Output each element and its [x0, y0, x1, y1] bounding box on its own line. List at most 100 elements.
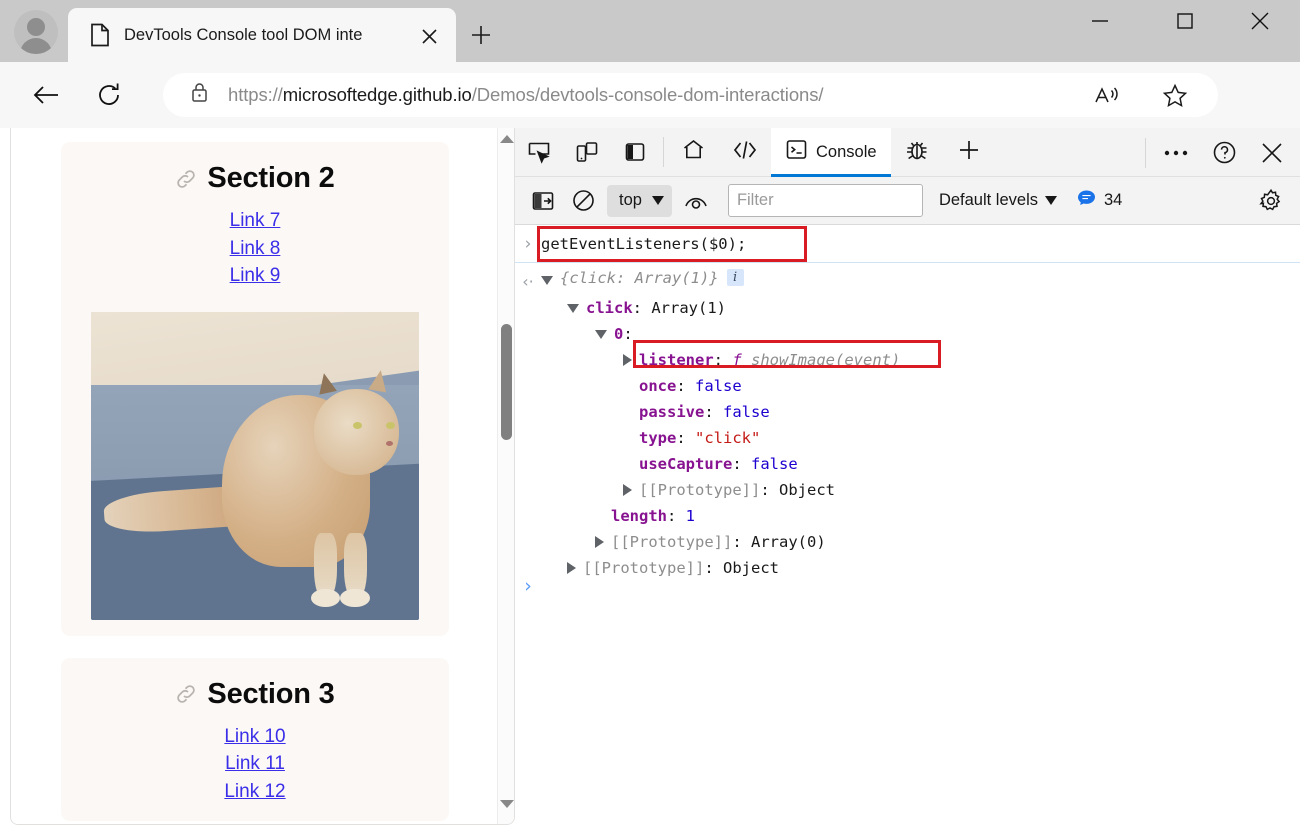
back-button[interactable]: [25, 74, 67, 116]
gear-icon[interactable]: [1252, 183, 1290, 219]
object-tree-row[interactable]: [[Prototype]]: Array(0): [515, 529, 1300, 555]
read-aloud-icon[interactable]: [1088, 82, 1126, 110]
window-maximize-button[interactable]: [1155, 0, 1215, 42]
object-property-key: passive: [639, 403, 705, 421]
scroll-down-icon: [499, 800, 514, 808]
elements-tab[interactable]: [719, 128, 771, 177]
clear-console-icon[interactable]: [563, 181, 603, 221]
object-tree-row[interactable]: useCapture: false: [515, 451, 1300, 477]
device-emulation-icon[interactable]: [563, 128, 611, 176]
star-icon[interactable]: [1156, 81, 1194, 111]
scrollbar-thumb[interactable]: [501, 324, 512, 440]
object-property-key: length: [611, 507, 667, 525]
more-tools-tab[interactable]: [943, 128, 995, 177]
expand-triangle-icon[interactable]: [541, 276, 553, 285]
console-tab[interactable]: Console: [771, 127, 891, 177]
page-scrollbar[interactable]: [497, 128, 514, 824]
page-link[interactable]: Link 7: [61, 207, 449, 235]
cat-head: [314, 388, 400, 475]
object-property-value: Object: [779, 481, 835, 499]
object-property-key: [[Prototype]]: [583, 559, 705, 577]
cat-photo[interactable]: [91, 311, 419, 620]
new-tab-button[interactable]: [462, 18, 500, 52]
prompt-chevron-icon: ›: [524, 575, 532, 597]
expand-triangle-icon[interactable]: [567, 562, 576, 574]
close-tab-button[interactable]: [416, 23, 442, 49]
page-link[interactable]: Link 12: [61, 778, 449, 806]
window-close-button[interactable]: [1230, 0, 1290, 42]
scroll-up-arrow[interactable]: [498, 130, 514, 148]
expand-triangle-icon[interactable]: [623, 354, 632, 366]
page-viewport: Section 2 Link 7 Link 8 Link 9 Section 3…: [11, 128, 499, 824]
devtools-panel: Console top Filter Default levels 34 › g…: [515, 127, 1300, 825]
more-options-button[interactable]: [1152, 129, 1200, 177]
object-property-separator: :: [760, 481, 779, 499]
object-property-value: Array(1): [651, 299, 726, 317]
link-icon[interactable]: [175, 683, 197, 705]
eye-icon[interactable]: [676, 181, 716, 221]
issues-tab[interactable]: [891, 128, 943, 177]
page-link[interactable]: Link 11: [61, 750, 449, 778]
message-count-badge[interactable]: 34: [1077, 189, 1122, 213]
console-result-line[interactable]: ‹· {click: Array(1)} i: [515, 269, 1300, 295]
expand-triangle-icon[interactable]: [595, 329, 607, 339]
url-host: microsoftedge.github.io: [282, 84, 472, 105]
code-icon: [733, 139, 757, 166]
object-tree-row[interactable]: 0:: [515, 321, 1300, 347]
expand-triangle-icon[interactable]: [567, 303, 579, 313]
object-property-value: "click": [695, 429, 761, 447]
object-property-key: type: [639, 429, 677, 447]
object-property-key: [[Prototype]]: [639, 481, 761, 499]
object-property-separator: :: [704, 559, 723, 577]
object-tree-row[interactable]: type: "click": [515, 425, 1300, 451]
content-area: Section 2 Link 7 Link 8 Link 9 Section 3…: [0, 127, 1300, 825]
chevron-down-icon: [651, 196, 664, 205]
page-link[interactable]: Link 8: [61, 235, 449, 263]
link-icon[interactable]: [175, 168, 197, 190]
section-link-list: Link 7 Link 8 Link 9: [61, 207, 449, 290]
log-levels-selector[interactable]: Default levels: [939, 185, 1057, 217]
scroll-down-arrow[interactable]: [498, 795, 514, 813]
object-tree-row[interactable]: listener: ƒ showImage(event): [515, 347, 1300, 373]
object-property-separator: :: [623, 325, 633, 343]
object-property-value: showImage(event): [751, 351, 901, 369]
close-devtools-button[interactable]: [1248, 129, 1296, 177]
expand-triangle-icon[interactable]: [595, 536, 604, 548]
window-minimize-button[interactable]: [1070, 0, 1130, 42]
object-property-key: once: [639, 377, 677, 395]
help-button[interactable]: [1200, 129, 1248, 177]
console-sidebar-icon[interactable]: [523, 181, 563, 221]
object-property-key: click: [586, 299, 633, 317]
console-prompt[interactable]: ›: [515, 573, 541, 599]
console-output[interactable]: › getEventListeners($0); ‹· {click: Arra…: [515, 225, 1300, 825]
object-property-key: useCapture: [639, 455, 733, 473]
address-url: https://microsoftedge.github.io/Demos/de…: [228, 84, 823, 106]
section-title: Section 2: [207, 162, 335, 194]
expand-triangle-icon[interactable]: [623, 484, 632, 496]
scroll-up-icon: [499, 135, 514, 143]
profile-avatar[interactable]: [14, 10, 58, 54]
console-input-text: getEventListeners($0);: [541, 234, 747, 253]
welcome-tab[interactable]: [668, 128, 719, 177]
object-tree-row[interactable]: length: 1: [515, 503, 1300, 529]
object-tree-row[interactable]: [[Prototype]]: Object: [515, 555, 1300, 581]
section-title: Section 3: [207, 677, 335, 710]
object-tree-row[interactable]: [[Prototype]]: Object: [515, 477, 1300, 503]
browser-tab-title: DevTools Console tool DOM inte: [124, 25, 363, 44]
object-property-key: listener: [639, 351, 714, 369]
info-badge-icon[interactable]: i: [726, 269, 744, 286]
address-input[interactable]: https://microsoftedge.github.io/Demos/de…: [163, 73, 1218, 117]
page-link[interactable]: Link 10: [61, 723, 449, 751]
object-tree-row[interactable]: click: Array(1): [515, 295, 1300, 321]
dock-side-icon[interactable]: [611, 128, 659, 176]
message-count-value: 34: [1104, 191, 1123, 209]
execution-context-selector[interactable]: top: [607, 184, 672, 217]
object-tree-row[interactable]: once: false: [515, 373, 1300, 399]
object-tree-row[interactable]: passive: false: [515, 399, 1300, 425]
page-link[interactable]: Link 9: [61, 262, 449, 290]
inspect-element-icon[interactable]: [515, 128, 563, 176]
reload-button[interactable]: [88, 74, 130, 116]
browser-tab[interactable]: DevTools Console tool DOM inte: [68, 8, 456, 62]
section-card: Section 2 Link 7 Link 8 Link 9: [61, 142, 449, 636]
search-input[interactable]: [727, 184, 923, 217]
